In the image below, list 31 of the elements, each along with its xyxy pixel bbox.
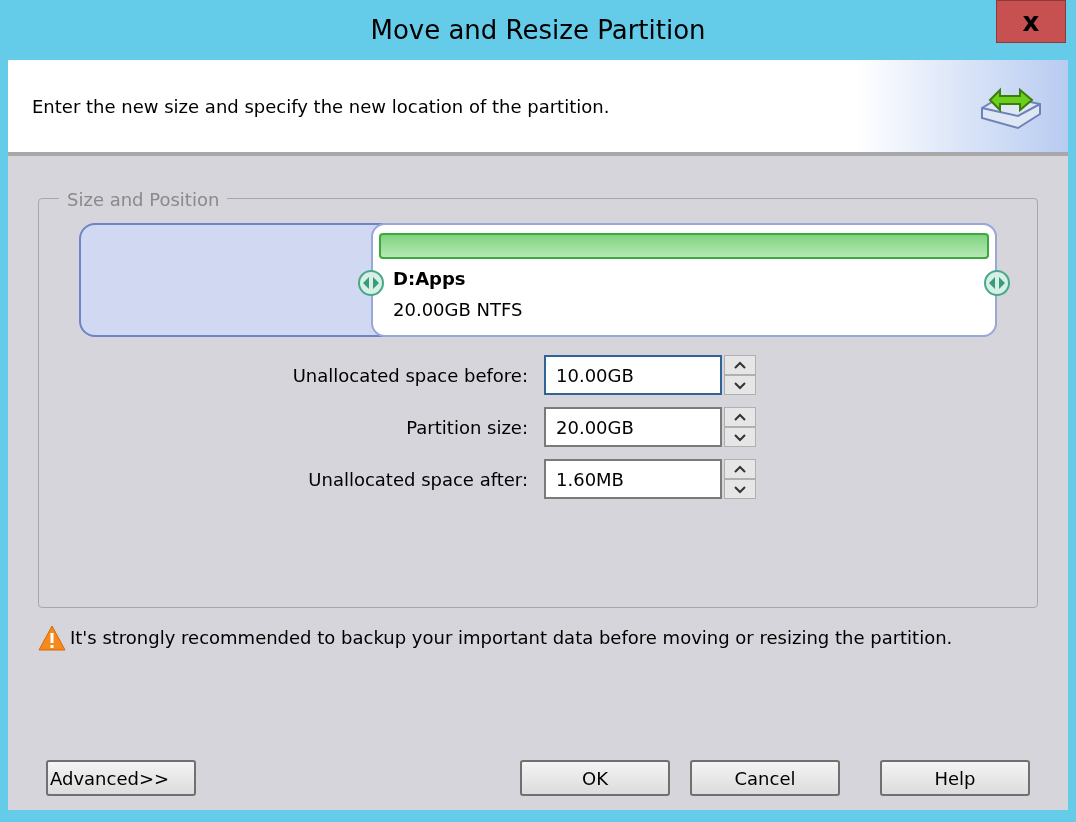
caret-up-icon <box>732 463 748 475</box>
dialog-button[interactable]: Help <box>880 760 1030 796</box>
resize-handle-icon[interactable] <box>983 269 1011 297</box>
spin-up-button[interactable] <box>725 408 755 426</box>
caret-down-icon <box>732 379 748 391</box>
spin-down-button[interactable] <box>725 428 755 446</box>
dialog-button[interactable]: OK <box>520 760 670 796</box>
dialog-button[interactable]: Cancel <box>690 760 840 796</box>
size-input[interactable]: 10.00GB <box>544 355 722 395</box>
window-title: Move and Resize Partition <box>370 13 706 47</box>
dialog-button[interactable]: Advanced>> <box>46 760 196 796</box>
size-input[interactable]: 1.60MB <box>544 459 722 499</box>
instruction-text: Enter the new size and specify the new location of the partition. <box>32 94 610 119</box>
caret-down-icon <box>732 431 748 443</box>
caret-down-icon <box>732 483 748 495</box>
field-label: Unallocated space before: <box>291 363 529 388</box>
warning-text: It's strongly recommended to backup your important data before moving or resizing the partition. <box>70 626 953 650</box>
caret-up-icon <box>732 411 748 423</box>
size-input[interactable]: 20.00GB <box>544 407 722 447</box>
spin-up-button[interactable] <box>725 356 755 374</box>
caret-up-icon <box>732 359 748 371</box>
field-label: Partition size: <box>405 415 529 440</box>
spin-down-button[interactable] <box>725 480 755 498</box>
spin-down-button[interactable] <box>725 376 755 394</box>
resize-handle-icon[interactable] <box>357 269 385 297</box>
partition-name: D:Apps <box>393 267 467 291</box>
warning-icon <box>38 624 66 651</box>
spin-up-button[interactable] <box>725 460 755 478</box>
field-label: Unallocated space after: <box>307 467 529 492</box>
close-button[interactable]: x <box>996 0 1066 43</box>
partition-details: 20.00GB NTFS <box>393 298 524 322</box>
